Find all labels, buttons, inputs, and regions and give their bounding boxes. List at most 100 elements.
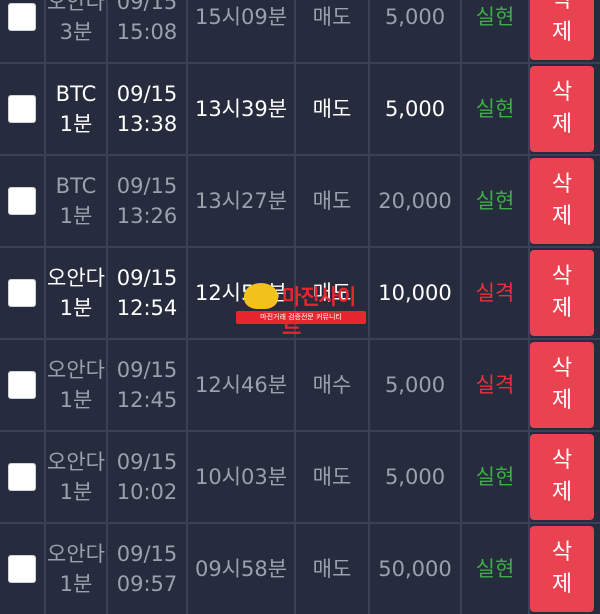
- row-select-checkbox[interactable]: [8, 187, 36, 215]
- trade-date: 09/15: [116, 450, 178, 474]
- delete-label-2: 제: [551, 204, 573, 229]
- coin-interval: 3분: [59, 20, 93, 44]
- coin-cell: BTC 1분: [46, 156, 108, 246]
- delete-label-1: 삭: [551, 0, 573, 13]
- entry-time: 10시03분: [188, 432, 296, 522]
- trade-date: 09/15: [116, 0, 178, 14]
- coin-name: 오안다: [47, 0, 105, 14]
- delete-cell: 삭제: [530, 156, 600, 246]
- coin-interval: 1분: [59, 204, 93, 228]
- trade-time: 10:02: [116, 480, 178, 504]
- trade-time: 13:38: [116, 112, 178, 136]
- delete-button[interactable]: 삭제: [530, 250, 594, 336]
- trade-result: 실격: [462, 248, 530, 338]
- trade-amount: 5,000: [370, 432, 462, 522]
- coin-interval: 1분: [59, 112, 93, 136]
- entry-time: 13시39분: [188, 64, 296, 154]
- delete-label-2: 제: [551, 388, 573, 413]
- coin-name: 오안다: [47, 450, 105, 474]
- trade-time: 13:26: [116, 204, 178, 228]
- coin-cell: 오안다 3분: [46, 0, 108, 62]
- trade-type: 매수: [296, 340, 370, 430]
- row-select-cell: [0, 524, 46, 614]
- trade-amount: 20,000: [370, 156, 462, 246]
- time-cell: 09/15 15:08: [108, 0, 188, 62]
- delete-label-1: 삭: [551, 80, 573, 105]
- table-row: 오안다 1분 09/15 09:57 09시58분 매도 50,000 실현 삭 제: [0, 522, 600, 614]
- delete-label-1: 삭: [551, 172, 573, 197]
- trade-amount: 50,000: [370, 524, 462, 614]
- row-select-checkbox[interactable]: [8, 3, 36, 31]
- delete-label-1: 삭: [551, 264, 573, 289]
- row-select-checkbox[interactable]: [8, 371, 36, 399]
- trade-result: 실현: [462, 0, 530, 62]
- row-select-cell: [0, 156, 46, 246]
- table-row: BTC 1분 09/15 13:38 13시39분 매도 5,000 실현 삭 제: [0, 62, 600, 154]
- delete-label-1: 삭: [551, 356, 573, 381]
- trade-type: 매도: [296, 64, 370, 154]
- watermark-tagline: 마진거래 검증전문 커뮤니티: [236, 311, 366, 324]
- trade-date: 09/15: [116, 542, 178, 566]
- row-select-checkbox[interactable]: [8, 555, 36, 583]
- row-select-checkbox[interactable]: [8, 279, 36, 307]
- delete-cell: 삭제: [530, 340, 600, 430]
- delete-button[interactable]: 삭제: [530, 66, 594, 152]
- coin-name: 오안다: [47, 266, 105, 290]
- time-cell: 09/15 13:26: [108, 156, 188, 246]
- delete-button[interactable]: 삭제: [530, 434, 594, 520]
- coin-interval: 1분: [59, 296, 93, 320]
- entry-time: 09시58분: [188, 524, 296, 614]
- delete-label-2: 제: [551, 480, 573, 505]
- delete-cell: 삭제: [530, 248, 600, 338]
- trade-type: 매도: [296, 156, 370, 246]
- trade-time: 12:54: [116, 296, 178, 320]
- delete-cell: 삭제: [530, 524, 600, 614]
- trade-date: 09/15: [116, 266, 178, 290]
- coin-name: 오안다: [47, 542, 105, 566]
- trade-result: 실현: [462, 64, 530, 154]
- watermark-logo: 마진사이트 마진거래 검증전문 커뮤니티: [236, 281, 366, 339]
- trade-date: 09/15: [116, 358, 178, 382]
- delete-label-2: 제: [551, 296, 573, 321]
- time-cell: 09/15 13:38: [108, 64, 188, 154]
- time-cell: 09/15 12:45: [108, 340, 188, 430]
- delete-button[interactable]: 삭제: [530, 342, 594, 428]
- row-select-checkbox[interactable]: [8, 95, 36, 123]
- delete-cell: 삭제: [530, 432, 600, 522]
- trade-amount: 5,000: [370, 340, 462, 430]
- row-select-cell: [0, 0, 46, 62]
- row-select-cell: [0, 64, 46, 154]
- trade-time: 15:08: [116, 20, 178, 44]
- trade-date: 09/15: [116, 82, 178, 106]
- row-select-cell: [0, 248, 46, 338]
- time-cell: 09/15 10:02: [108, 432, 188, 522]
- delete-label-2: 제: [551, 112, 573, 137]
- delete-button[interactable]: 삭제: [530, 158, 594, 244]
- trade-result: 실격: [462, 340, 530, 430]
- delete-button[interactable]: 삭제: [530, 526, 594, 612]
- entry-time: 12시46분: [188, 340, 296, 430]
- delete-button[interactable]: 삭제: [530, 0, 594, 60]
- row-select-cell: [0, 432, 46, 522]
- row-select-checkbox[interactable]: [8, 463, 36, 491]
- trade-result: 실현: [462, 432, 530, 522]
- coin-name: BTC: [55, 174, 97, 198]
- coin-name: BTC: [55, 82, 97, 106]
- coin-cell: 오안다 1분: [46, 524, 108, 614]
- row-select-cell: [0, 340, 46, 430]
- delete-label-2: 제: [551, 20, 573, 45]
- coin-cell: 오안다 1분: [46, 432, 108, 522]
- trade-amount: 5,000: [370, 64, 462, 154]
- delete-label-1: 삭: [551, 448, 573, 473]
- emblem-icon: [244, 283, 278, 309]
- trade-type: 매도: [296, 0, 370, 62]
- coin-cell: 오안다 1분: [46, 248, 108, 338]
- time-cell: 09/15 09:57: [108, 524, 188, 614]
- coin-cell: BTC 1분: [46, 64, 108, 154]
- trade-time: 09:57: [116, 572, 178, 596]
- trade-type: 매도: [296, 432, 370, 522]
- entry-time: 15시09분: [188, 0, 296, 62]
- coin-interval: 1분: [59, 388, 93, 412]
- trade-amount: 5,000: [370, 0, 462, 62]
- trade-date: 09/15: [116, 174, 178, 198]
